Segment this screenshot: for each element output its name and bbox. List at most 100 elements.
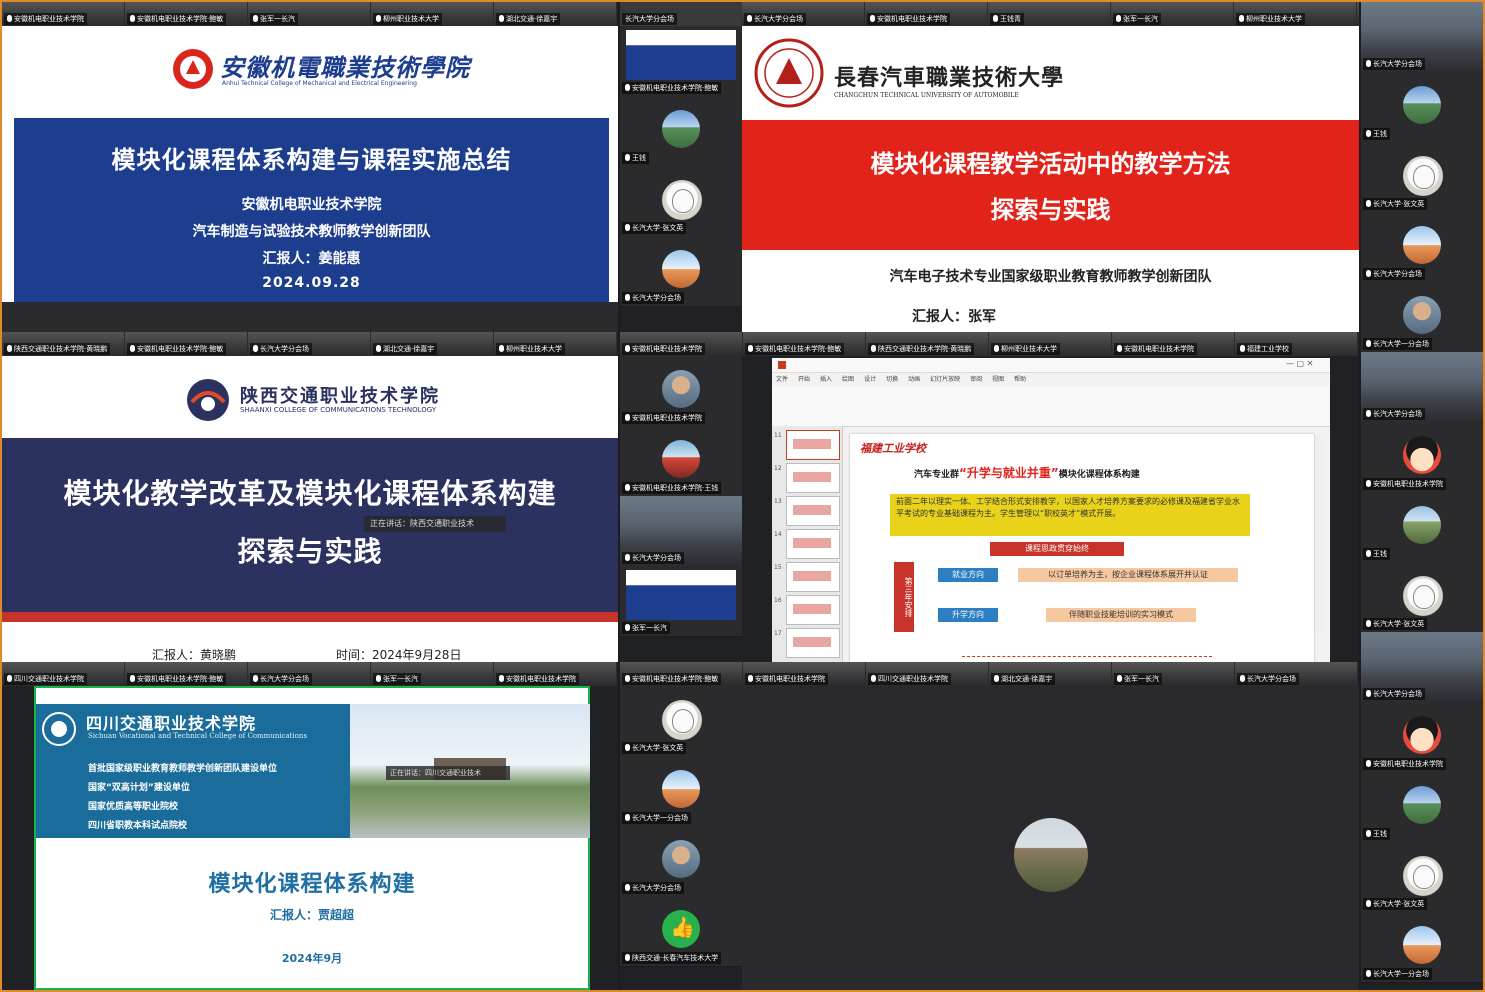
shared-screen-fujian[interactable]: — ▢ ✕ 文件 开始 插入 绘图 设计 切换 动画 幻灯片放映 审阅 视图 帮助 11 12 13 14… bbox=[742, 356, 1359, 662]
participant-tile[interactable]: 王钱 bbox=[620, 96, 742, 167]
slide-thumbnail[interactable]: 15 bbox=[774, 562, 840, 592]
participant-tile[interactable]: 张军一长汽 bbox=[371, 662, 494, 686]
participant-tile[interactable]: 张军一长汽 bbox=[620, 566, 742, 637]
participant-tile[interactable]: 长汽大学分会场 bbox=[620, 826, 742, 897]
participant-tile[interactable]: 安徽机电职业技术学院 bbox=[743, 662, 866, 686]
participant-tile[interactable]: 安徽机电职业技术学院 bbox=[2, 2, 125, 26]
slide-thumbnail[interactable]: 11 bbox=[774, 430, 840, 460]
participant-tile[interactable]: 张军一长汽 bbox=[248, 2, 371, 26]
ribbon-tab[interactable]: 插入 bbox=[820, 376, 832, 383]
participant-tile[interactable]: 安徽机电职业技术学院·王钱 bbox=[620, 426, 742, 497]
participant-tile[interactable]: 长汽大学分会场 bbox=[620, 496, 742, 567]
participant-tile[interactable]: 湖北交通·徐嘉宇 bbox=[371, 332, 494, 356]
ribbon-tabs[interactable]: 文件 开始 插入 绘图 设计 切换 动画 幻灯片放映 审阅 视图 帮助 bbox=[776, 374, 1326, 386]
participant-tile[interactable]: 安徽机电职业技术学院·鲍敏 bbox=[620, 662, 743, 686]
participant-tile[interactable]: 长汽大学一分会场 bbox=[1361, 912, 1483, 983]
ribbon-tab[interactable]: 视图 bbox=[992, 376, 1004, 383]
participant-tile[interactable]: 柳州职业技术大学 bbox=[494, 332, 617, 356]
participant-tile[interactable]: 陕西交通·长春汽车技术大学 bbox=[620, 896, 742, 967]
participant-tile[interactable]: 王钱 bbox=[1361, 772, 1483, 843]
divider bbox=[962, 656, 1212, 657]
participant-tile[interactable]: 安徽机电职业技术学院·鲍敏 bbox=[125, 332, 248, 356]
participant-tile[interactable]: 王钱 bbox=[1361, 72, 1483, 143]
participant-name: 长汽大学分会场 bbox=[250, 343, 312, 355]
participant-tile[interactable]: 陕西交通职业技术学院·黄晓鹏 bbox=[866, 332, 989, 356]
participant-tile[interactable]: 长汽大学分会场 bbox=[248, 332, 371, 356]
slide-thumbnail[interactable]: 17 bbox=[774, 628, 840, 658]
participant-tile[interactable]: 长汽大学分会场 bbox=[1361, 212, 1483, 283]
camera-off-tile[interactable] bbox=[742, 686, 1359, 990]
participant-tile[interactable]: 长汽大学一分会场 bbox=[1361, 282, 1483, 353]
ribbon-tab[interactable]: 绘图 bbox=[842, 376, 854, 383]
slide-thumbnail[interactable]: 14 bbox=[774, 529, 840, 559]
participant-tile[interactable]: 安徽机电职业技术学院 bbox=[620, 332, 743, 356]
participant-tile[interactable]: 安徽机电职业技术学院 bbox=[494, 662, 617, 686]
window-controls[interactable]: — ▢ ✕ bbox=[1286, 359, 1313, 368]
participant-tile[interactable]: 长汽大学分会场 bbox=[1361, 2, 1483, 73]
ribbon-tab[interactable]: 设计 bbox=[864, 376, 876, 383]
participant-tile[interactable]: 长汽大学分会场 bbox=[1235, 662, 1358, 686]
participant-column: 安徽机电职业技术学院·鲍敏 王钱 长汽大学·张文英 长汽大学分会场 bbox=[620, 26, 742, 332]
ribbon-tab[interactable]: 幻灯片放映 bbox=[930, 376, 960, 383]
participant-tile[interactable]: 安徽机电职业技术学院 bbox=[865, 2, 988, 26]
participant-tile[interactable]: 长汽大学分会场 bbox=[620, 236, 742, 307]
participant-tile[interactable]: 安徽机电职业技术学院·鲍敏 bbox=[125, 662, 248, 686]
slide-header-panel: 四川交通职业技术学院 Sichuan Vocational and Techni… bbox=[36, 704, 350, 838]
participant-tile[interactable]: 长汽大学分会场 bbox=[620, 2, 742, 26]
participant-tile[interactable]: 四川交通职业技术学院 bbox=[2, 662, 125, 686]
participant-tile[interactable]: 安徽机电职业技术学院 bbox=[620, 356, 742, 427]
ribbon-tab[interactable]: 审阅 bbox=[970, 376, 982, 383]
participant-tile[interactable]: 张军一长汽 bbox=[1111, 2, 1234, 26]
participant-tile[interactable]: 陕西交通职业技术学院·黄晓鹏 bbox=[2, 332, 125, 356]
participant-tile[interactable]: 柳州职业技术大学 bbox=[989, 332, 1112, 356]
participant-tile[interactable]: 长汽大学分会场 bbox=[1361, 352, 1483, 423]
participant-tile[interactable]: 安徽机电职业技术学院 bbox=[1361, 422, 1483, 493]
ribbon-tab[interactable]: 帮助 bbox=[1014, 376, 1026, 383]
participant-tile[interactable]: 柳州职业技术大学 bbox=[1234, 2, 1357, 26]
participant-tile[interactable]: 长汽大学·张文英 bbox=[1361, 562, 1483, 633]
ribbon-tab[interactable]: 文件 bbox=[776, 376, 788, 383]
participant-tile[interactable]: 长汽大学·张文英 bbox=[1361, 842, 1483, 913]
slide-canvas[interactable]: 福建工业学校 汽车专业群“升学与就业并重”模块化课程体系构建 前面二年以理实一体… bbox=[850, 434, 1314, 662]
participant-tile[interactable]: 福建工业学校 bbox=[1235, 332, 1358, 356]
slide-thumbnail[interactable]: 13 bbox=[774, 496, 840, 526]
participant-tile[interactable]: 安徽机电职业技术学院 bbox=[1361, 702, 1483, 773]
participant-name-text: 长汽大学分会场 bbox=[1373, 410, 1422, 418]
participant-tile[interactable]: 王钱青 bbox=[988, 2, 1111, 26]
participant-name: 长汽大学分会场 bbox=[744, 13, 806, 25]
side-toolbar[interactable] bbox=[1316, 434, 1326, 634]
slide-thumbnail[interactable]: 16 bbox=[774, 595, 840, 625]
shared-screen-changchun[interactable]: 長春汽車職業技術大學 CHANGCHUN TECHNICAL UNIVERSIT… bbox=[742, 26, 1359, 332]
path-description: 伴随职业技能培训的实习模式 bbox=[1046, 608, 1196, 622]
shared-screen-anhui[interactable]: 安徽机電職業技術學院 Anhui Technical College of Me… bbox=[2, 26, 618, 332]
participant-tile[interactable]: 安徽机电职业技术学院·鲍敏 bbox=[620, 26, 742, 97]
participant-tile[interactable]: 湖北交通·徐嘉宇 bbox=[989, 662, 1112, 686]
participant-tile[interactable]: 柳州职业技术大学 bbox=[371, 2, 494, 26]
participant-tile[interactable]: 张军一长汽 bbox=[1112, 662, 1235, 686]
participant-name: 安徽机电职业技术学院 bbox=[867, 13, 950, 25]
ribbon-tab[interactable]: 切换 bbox=[886, 376, 898, 383]
participant-tile[interactable]: 长汽大学·张文英 bbox=[1361, 142, 1483, 213]
powerpoint-window[interactable]: — ▢ ✕ 文件 开始 插入 绘图 设计 切换 动画 幻灯片放映 审阅 视图 帮助 11 12 13 14… bbox=[772, 358, 1330, 662]
participant-tile[interactable]: 湖北交通·徐嘉宇 bbox=[494, 2, 617, 26]
participant-tile[interactable]: 安徽机电职业技术学院·鲍敏 bbox=[125, 2, 248, 26]
shared-screen-sichuan[interactable]: 四川交通职业技术学院 Sichuan Vocational and Techni… bbox=[2, 686, 618, 990]
participant-tile[interactable]: 长汽大学分会场 bbox=[742, 2, 865, 26]
ribbon-tab[interactable]: 开始 bbox=[798, 376, 810, 383]
slide-thumbnails[interactable]: 11 12 13 14 15 16 17 bbox=[772, 426, 843, 662]
ribbon-tab[interactable]: 动画 bbox=[908, 376, 920, 383]
participant-tile[interactable]: 四川交通职业技术学院 bbox=[866, 662, 989, 686]
participant-tile[interactable]: 长汽大学·张文英 bbox=[620, 166, 742, 237]
slide-number: 11 bbox=[774, 432, 782, 439]
ribbon-toolbar[interactable] bbox=[772, 386, 1330, 427]
participant-tile[interactable]: 安徽机电职业技术学院·鲍敏 bbox=[743, 332, 866, 356]
participant-tile[interactable]: 长汽大学分会场 bbox=[248, 662, 371, 686]
participant-tile[interactable]: 长汽大学分会场 bbox=[1361, 632, 1483, 703]
participant-tile[interactable]: 安徽机电职业技术学院 bbox=[1112, 332, 1235, 356]
shared-screen-shaanxi[interactable]: 陕西交通职业技术学院 SHAANXI COLLEGE OF COMMUNICAT… bbox=[2, 356, 618, 662]
slide-thumbnail[interactable]: 12 bbox=[774, 463, 840, 493]
participant-tile[interactable]: 长汽大学一分会场 bbox=[620, 756, 742, 827]
participant-tile[interactable]: 长汽大学·张文英 bbox=[620, 686, 742, 757]
participant-tile[interactable]: 王钱 bbox=[1361, 492, 1483, 563]
participant-tile[interactable]: 安徽机电职业技术学院 bbox=[1357, 2, 1359, 26]
